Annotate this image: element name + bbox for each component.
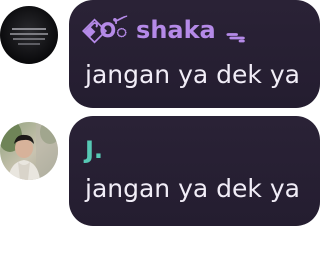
avatar[interactable] [0, 6, 58, 64]
message-text: jangan ya dek ya [85, 174, 300, 203]
dark-profile-photo-icon [0, 6, 58, 64]
chat-bubble[interactable]: ꗃ⃟𝐎ꪳ shaka ᯓ jangan ya dek ya [69, 0, 320, 108]
sender-name[interactable]: J. [85, 136, 103, 164]
avatar[interactable] [0, 122, 58, 180]
message-text: jangan ya dek ya [85, 60, 300, 89]
sender-row: ꗃ⃟𝐎ꪳ shaka ᯓ [83, 12, 246, 48]
chat-bubble[interactable]: J. jangan ya dek ya [69, 116, 320, 226]
person-photo-icon [0, 122, 58, 180]
sender-decoration: ꗃ⃟𝐎ꪳ [83, 18, 129, 42]
sender-decoration: ᯓ [225, 22, 246, 47]
sender-name[interactable]: shaka [136, 16, 216, 44]
